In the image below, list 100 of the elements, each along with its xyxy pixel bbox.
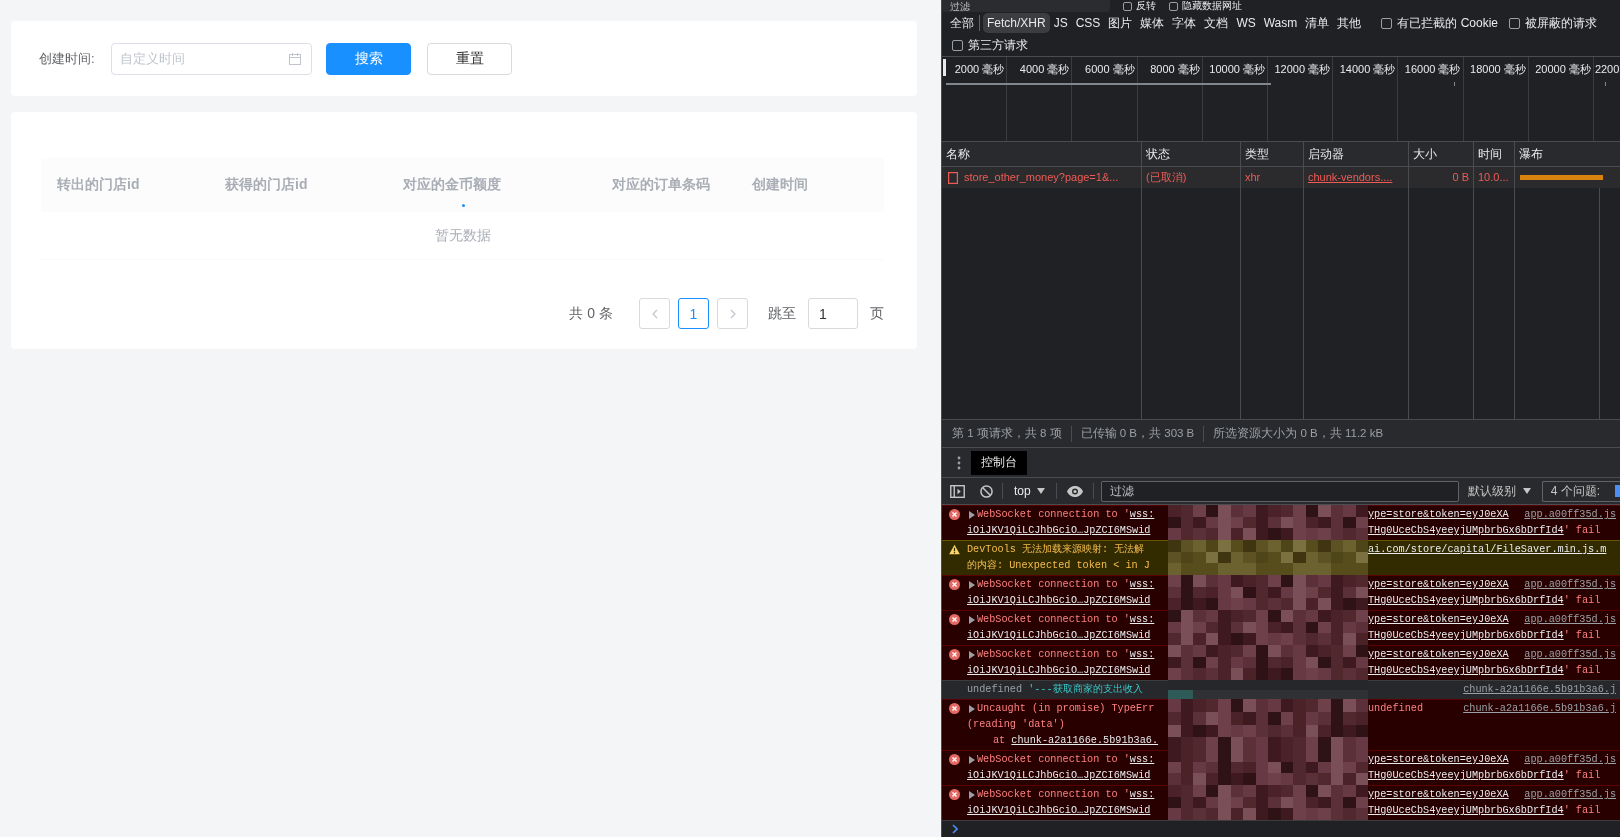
type-filter-tab[interactable]: Wasm — [1259, 13, 1302, 33]
expand-triangle-icon[interactable] — [969, 651, 975, 659]
message-link[interactable]: wss: — [1129, 647, 1155, 663]
type-filter-tab[interactable]: 其他 — [1333, 13, 1366, 33]
message-link[interactable]: ype=store&token=eyJ0eXA — [1368, 647, 1509, 663]
message-text: ' fail — [1563, 594, 1601, 608]
message-link[interactable]: iOiJKV1QiLCJhbGciO…JpZCI6MSwid — [967, 803, 1151, 819]
page-suffix: 页 — [870, 304, 884, 323]
expand-triangle-icon[interactable] — [969, 616, 975, 624]
error-icon — [949, 789, 960, 800]
issue-icon — [1615, 485, 1620, 497]
context-selector[interactable]: top — [1012, 484, 1047, 498]
request-name[interactable]: store_other_money?page=1&... — [942, 167, 1142, 188]
message-link[interactable]: wss: — [1129, 612, 1155, 628]
timeline-marker — [1454, 82, 1455, 86]
overview-handle[interactable] — [943, 59, 946, 76]
message-link[interactable]: THg0UceCbS4yeeyjUMpbrbGx6bDrfId4 — [1368, 768, 1564, 784]
type-filter-tab[interactable]: JS — [1049, 13, 1072, 33]
message-link[interactable]: THg0UceCbS4yeeyjUMpbrbGx6bDrfId4 — [1368, 628, 1564, 644]
message-link[interactable]: THg0UceCbS4yeeyjUMpbrbGx6bDrfId4 — [1368, 523, 1564, 539]
message-link[interactable]: ype=store&token=eyJ0eXA — [1368, 577, 1509, 593]
log-level-selector[interactable]: 默认级别 — [1458, 482, 1537, 500]
message-text: DevTools 无法加载来源映射: 无法解 — [967, 542, 1145, 557]
square-outline-icon — [948, 171, 958, 184]
page-input[interactable]: 1 — [808, 298, 858, 329]
message-link[interactable]: THg0UceCbS4yeeyjUMpbrbGx6bDrfId4 — [1368, 803, 1564, 819]
message-link[interactable]: ai.com/store/capital/FileSaver.min.js.m — [1368, 542, 1607, 558]
type-filter-tab[interactable]: 清单 — [1301, 13, 1334, 33]
eye-icon[interactable] — [1066, 485, 1083, 497]
column-header[interactable]: 时间 — [1474, 142, 1515, 167]
filter-checkbox[interactable]: 反转 — [1123, 0, 1156, 12]
expand-triangle-icon[interactable] — [969, 756, 975, 764]
type-filter-tab[interactable]: 全部 — [946, 13, 978, 33]
message-link[interactable]: ype=store&token=eyJ0eXA — [1368, 507, 1509, 523]
clear-console-icon[interactable] — [980, 484, 993, 498]
more-options-icon[interactable] — [957, 455, 961, 470]
type-filter-tab[interactable]: Fetch/XHR — [983, 13, 1050, 33]
column-header[interactable]: 瀑布 — [1515, 142, 1620, 167]
filter-field[interactable]: 过滤 — [942, 0, 1110, 12]
type-filter-tab[interactable]: 字体 — [1168, 13, 1201, 33]
filter-checkbox[interactable]: 第三方请求 — [952, 36, 1028, 54]
time-tick-label: 12000 毫秒 — [1274, 63, 1331, 75]
message-link[interactable]: iOiJKV1QiLCJhbGciO…JpZCI6MSwid — [967, 663, 1151, 679]
source-link[interactable]: chunk-a2a1166e.5b91b3a6.j — [1463, 682, 1616, 698]
message-link[interactable]: wss: — [1129, 507, 1155, 523]
message-link[interactable]: THg0UceCbS4yeeyjUMpbrbGx6bDrfId4 — [1368, 593, 1564, 609]
date-field[interactable]: 自定义时间 — [111, 42, 312, 75]
message-link[interactable]: wss: — [1129, 577, 1155, 593]
expand-triangle-icon[interactable] — [969, 705, 975, 713]
message-link[interactable]: ype=store&token=eyJ0eXA — [1368, 752, 1509, 768]
source-link[interactable]: app.a00ff35d.js — [1524, 647, 1616, 663]
message-link[interactable]: iOiJKV1QiLCJhbGciO…JpZCI6MSwid — [967, 593, 1151, 609]
type-filter-tab[interactable]: 文档 — [1200, 13, 1233, 33]
message-link[interactable]: wss: — [1129, 752, 1155, 768]
message-link[interactable]: chunk-a2a1166e.5b91b3a6. — [1011, 733, 1159, 749]
message-link[interactable]: ype=store&token=eyJ0eXA — [1368, 612, 1509, 628]
request-status: (已取消) — [1142, 167, 1241, 188]
issues-button[interactable]: 4 个问题: — [1541, 480, 1620, 502]
filter-checkbox[interactable]: 隐藏数据网址 — [1169, 0, 1242, 12]
field-label: 创建时间: — [39, 49, 96, 68]
message-link[interactable]: iOiJKV1QiLCJhbGciO…JpZCI6MSwid — [967, 768, 1151, 784]
console-tab[interactable]: 控制台 — [971, 450, 1027, 475]
source-link[interactable]: app.a00ff35d.js — [1524, 507, 1616, 523]
column-header: 创建时间 — [751, 176, 808, 194]
initiator-link[interactable]: chunk-vendors.... — [1304, 167, 1409, 188]
message-text: ' fail — [1563, 629, 1601, 643]
filter-checkbox[interactable]: 被屏蔽的请求 — [1509, 14, 1597, 32]
column-header[interactable]: 类型 — [1241, 142, 1304, 167]
source-link[interactable]: chunk-a2a1166e.5b91b3a6.j — [1463, 701, 1616, 717]
status-text: 所选资源大小为 0 B，共 11.2 kB — [1213, 426, 1384, 441]
column-header[interactable]: 大小 — [1409, 142, 1474, 167]
message-link[interactable]: ype=store&token=eyJ0eXA — [1368, 787, 1509, 803]
expand-triangle-icon[interactable] — [969, 791, 975, 799]
column-header[interactable]: 状态 — [1142, 142, 1241, 167]
message-text: WebSocket connection to ' — [977, 508, 1130, 522]
message-link[interactable]: iOiJKV1QiLCJhbGciO…JpZCI6MSwid — [967, 523, 1151, 539]
reset-button[interactable]: 重置 — [427, 42, 512, 75]
column-header: 获得的门店id — [224, 176, 308, 194]
message-link[interactable]: iOiJKV1QiLCJhbGciO…JpZCI6MSwid — [967, 628, 1151, 644]
source-link[interactable]: app.a00ff35d.js — [1524, 612, 1616, 628]
expand-triangle-icon[interactable] — [969, 581, 975, 589]
error-icon — [949, 703, 960, 714]
message-link[interactable]: wss: — [1129, 787, 1155, 803]
caret-icon — [1522, 488, 1531, 494]
source-link[interactable]: app.a00ff35d.js — [1524, 752, 1616, 768]
sidebar-toggle-icon[interactable] — [950, 484, 965, 498]
type-filter-tab[interactable]: 媒体 — [1136, 13, 1169, 33]
type-filter-tab[interactable]: CSS — [1071, 13, 1105, 33]
expand-triangle-icon[interactable] — [969, 511, 975, 519]
type-filter-tab[interactable]: WS — [1232, 13, 1260, 33]
message-link[interactable]: THg0UceCbS4yeeyjUMpbrbGx6bDrfId4 — [1368, 663, 1564, 679]
type-filter-tab[interactable]: 图片 — [1104, 13, 1137, 33]
filter-checkbox[interactable]: 有已拦截的 Cookie — [1381, 14, 1498, 32]
request-size: 0 B — [1409, 167, 1474, 188]
source-link[interactable]: app.a00ff35d.js — [1524, 577, 1616, 593]
console-filter-field[interactable]: 过滤 — [1100, 480, 1459, 502]
message-text: WebSocket connection to ' — [977, 753, 1130, 767]
source-link[interactable]: app.a00ff35d.js — [1524, 787, 1616, 803]
column-header[interactable]: 启动器 — [1304, 142, 1409, 167]
column-header[interactable]: 名称 — [942, 142, 1142, 167]
